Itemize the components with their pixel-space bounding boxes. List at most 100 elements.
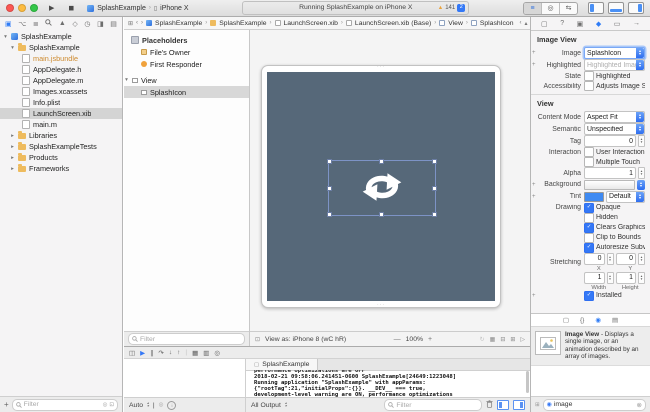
- nav-item-frameworks[interactable]: ▸ Frameworks: [0, 163, 122, 174]
- nav-item-images-xcassets[interactable]: Images.xcassets: [0, 86, 122, 97]
- go-forward-button[interactable]: ›: [141, 20, 143, 26]
- navigator-filter-field[interactable]: ◎ ⊡: [11, 398, 118, 411]
- test-navigator-icon[interactable]: ◇: [72, 20, 77, 28]
- project-navigator-icon[interactable]: ▣: [5, 20, 12, 28]
- identity-inspector-icon[interactable]: ▣: [577, 20, 584, 28]
- library-search-field[interactable]: ◉ ⊗: [542, 398, 646, 411]
- go-back-button[interactable]: ‹: [136, 20, 138, 26]
- autoresize-subviews-checkbox[interactable]: ✓: [584, 242, 594, 253]
- clear-search-icon[interactable]: ⊗: [637, 401, 642, 409]
- add-variation-button[interactable]: +: [532, 62, 536, 68]
- scheme-selector[interactable]: SplashExample › ▯ iPhone X: [87, 4, 189, 12]
- close-window-button[interactable]: [6, 4, 14, 12]
- nav-item-main-m[interactable]: main.m: [0, 119, 122, 130]
- stretch-y-stepper[interactable]: ▴ ▾: [638, 252, 645, 265]
- nav-item-products[interactable]: ▸ Products: [0, 152, 122, 163]
- grid-view-button[interactable]: ⊞: [535, 402, 540, 408]
- alpha-field[interactable]: 1: [584, 167, 636, 179]
- disclosure-icon[interactable]: ▸: [10, 144, 15, 150]
- breakpoint-navigator-icon[interactable]: ◨: [97, 20, 104, 28]
- previous-issue-button[interactable]: ‹: [520, 20, 522, 26]
- resize-handle[interactable]: [432, 212, 437, 217]
- splashicon-selection[interactable]: [327, 159, 437, 217]
- disclosure-icon[interactable]: ▾: [124, 77, 129, 83]
- nav-item-main-jsbundle[interactable]: main.jsbundle: [0, 53, 122, 64]
- add-file-button[interactable]: +: [4, 400, 9, 409]
- stop-button[interactable]: ◼: [68, 4, 74, 12]
- clip-to-bounds-checkbox[interactable]: [584, 232, 594, 243]
- file-template-library-icon[interactable]: ▢: [563, 316, 569, 324]
- crumb-group[interactable]: SplashExample: [219, 20, 266, 27]
- outline-placeholders-header[interactable]: Placeholders: [124, 34, 249, 46]
- highlighted-checkbox[interactable]: [584, 71, 594, 81]
- background-color-well[interactable]: [584, 179, 635, 190]
- adjusts-image-size-checkbox[interactable]: [584, 81, 594, 91]
- combo-arrows-icon[interactable]: ▴ ▾: [636, 60, 644, 70]
- alpha-stepper[interactable]: ▴ ▾: [638, 167, 645, 179]
- resize-handle[interactable]: [379, 212, 384, 217]
- console-scope-popup[interactable]: All Output: [251, 402, 281, 409]
- outline-filter-input[interactable]: [140, 334, 241, 344]
- add-variation-button[interactable]: +: [532, 50, 536, 56]
- tag-field[interactable]: 0: [584, 135, 636, 147]
- stretch-width-stepper[interactable]: ▴ ▾: [606, 271, 614, 284]
- issue-navigator-icon[interactable]: ▲: [59, 20, 66, 27]
- zoom-in-button[interactable]: +: [428, 336, 432, 343]
- show-only-run-icon[interactable]: ◎: [159, 402, 164, 408]
- semantic-popup[interactable]: Unspecified ▴ ▾: [584, 123, 645, 135]
- align-button[interactable]: ⊟: [500, 336, 505, 343]
- zoom-out-button[interactable]: —: [394, 336, 401, 343]
- stretch-width-field[interactable]: 1: [584, 271, 605, 284]
- step-out-button[interactable]: ↑: [177, 349, 180, 356]
- zoom-window-button[interactable]: [30, 4, 38, 12]
- attributes-inspector-icon[interactable]: ◆: [596, 20, 601, 28]
- size-inspector-icon[interactable]: ▭: [614, 20, 621, 28]
- crumb-project[interactable]: SplashExample: [155, 20, 202, 27]
- info-icon[interactable]: i: [167, 400, 177, 410]
- pause-button[interactable]: ∥: [150, 349, 153, 357]
- navigator-filter-input[interactable]: [23, 400, 101, 409]
- connections-inspector-icon[interactable]: →: [633, 20, 640, 27]
- nav-item-project-splashexample[interactable]: ▾ SplashExample: [0, 31, 122, 42]
- warning-icon[interactable]: ▲: [438, 5, 443, 11]
- resize-handle[interactable]: [327, 159, 332, 164]
- debug-view-hierarchy-button[interactable]: ▦: [192, 349, 198, 357]
- nav-item-info-plist[interactable]: Info.plist: [0, 97, 122, 108]
- step-over-button[interactable]: ↷: [158, 349, 163, 357]
- view-as-label[interactable]: View as: iPhone 8 (wC hR): [265, 336, 346, 343]
- outline-files-owner[interactable]: File's Owner: [124, 46, 249, 58]
- resize-handle[interactable]: [327, 212, 332, 217]
- outline-view-row[interactable]: ▾ View: [124, 74, 249, 86]
- outline-first-responder[interactable]: First Responder: [124, 58, 249, 70]
- stretch-height-stepper[interactable]: ▴ ▾: [638, 271, 645, 284]
- version-editor-button[interactable]: ⇆: [560, 3, 577, 14]
- console-scrollbar[interactable]: [526, 371, 529, 393]
- console-session-tab[interactable]: ▢ SplashExample: [246, 359, 319, 370]
- stretch-x-stepper[interactable]: ▴ ▾: [606, 252, 614, 265]
- add-variation-button[interactable]: +: [532, 194, 536, 200]
- source-control-navigator-icon[interactable]: ⌥: [18, 20, 26, 28]
- resize-handle[interactable]: [327, 186, 332, 191]
- content-mode-popup[interactable]: Aspect Fit ▴ ▾: [584, 111, 645, 123]
- crumb-file[interactable]: LaunchScreen.xib: [284, 20, 338, 27]
- show-console-view-button[interactable]: [513, 400, 526, 410]
- embed-in-stack-button[interactable]: ▦: [490, 336, 496, 343]
- add-constraints-button[interactable]: ⊞: [510, 336, 515, 343]
- nav-item-libraries[interactable]: ▸ Libraries: [0, 130, 122, 141]
- simulate-location-button[interactable]: ◎: [214, 349, 220, 357]
- outline-splashicon-row[interactable]: SplashIcon: [124, 86, 249, 98]
- resolve-issues-button[interactable]: ▷: [520, 336, 525, 343]
- disclosure-icon[interactable]: ▾: [3, 34, 8, 40]
- launch-screen-view[interactable]: [267, 72, 495, 301]
- show-variables-view-button[interactable]: [497, 400, 510, 410]
- crumb-splashicon[interactable]: SplashIcon: [480, 20, 514, 27]
- disclosure-icon[interactable]: ▸: [10, 133, 15, 139]
- outline-filter-field[interactable]: [128, 333, 245, 345]
- code-snippet-library-icon[interactable]: {}: [580, 317, 584, 324]
- resize-handle[interactable]: [379, 159, 384, 164]
- tint-popup[interactable]: Default ▴ ▾: [606, 190, 645, 203]
- nav-item-appdelegate-m[interactable]: AppDelegate.m: [0, 75, 122, 86]
- variables-scope-popup[interactable]: Auto: [129, 402, 143, 409]
- tag-stepper[interactable]: ▴ ▾: [638, 135, 645, 147]
- debug-navigator-icon[interactable]: ◷: [84, 20, 90, 28]
